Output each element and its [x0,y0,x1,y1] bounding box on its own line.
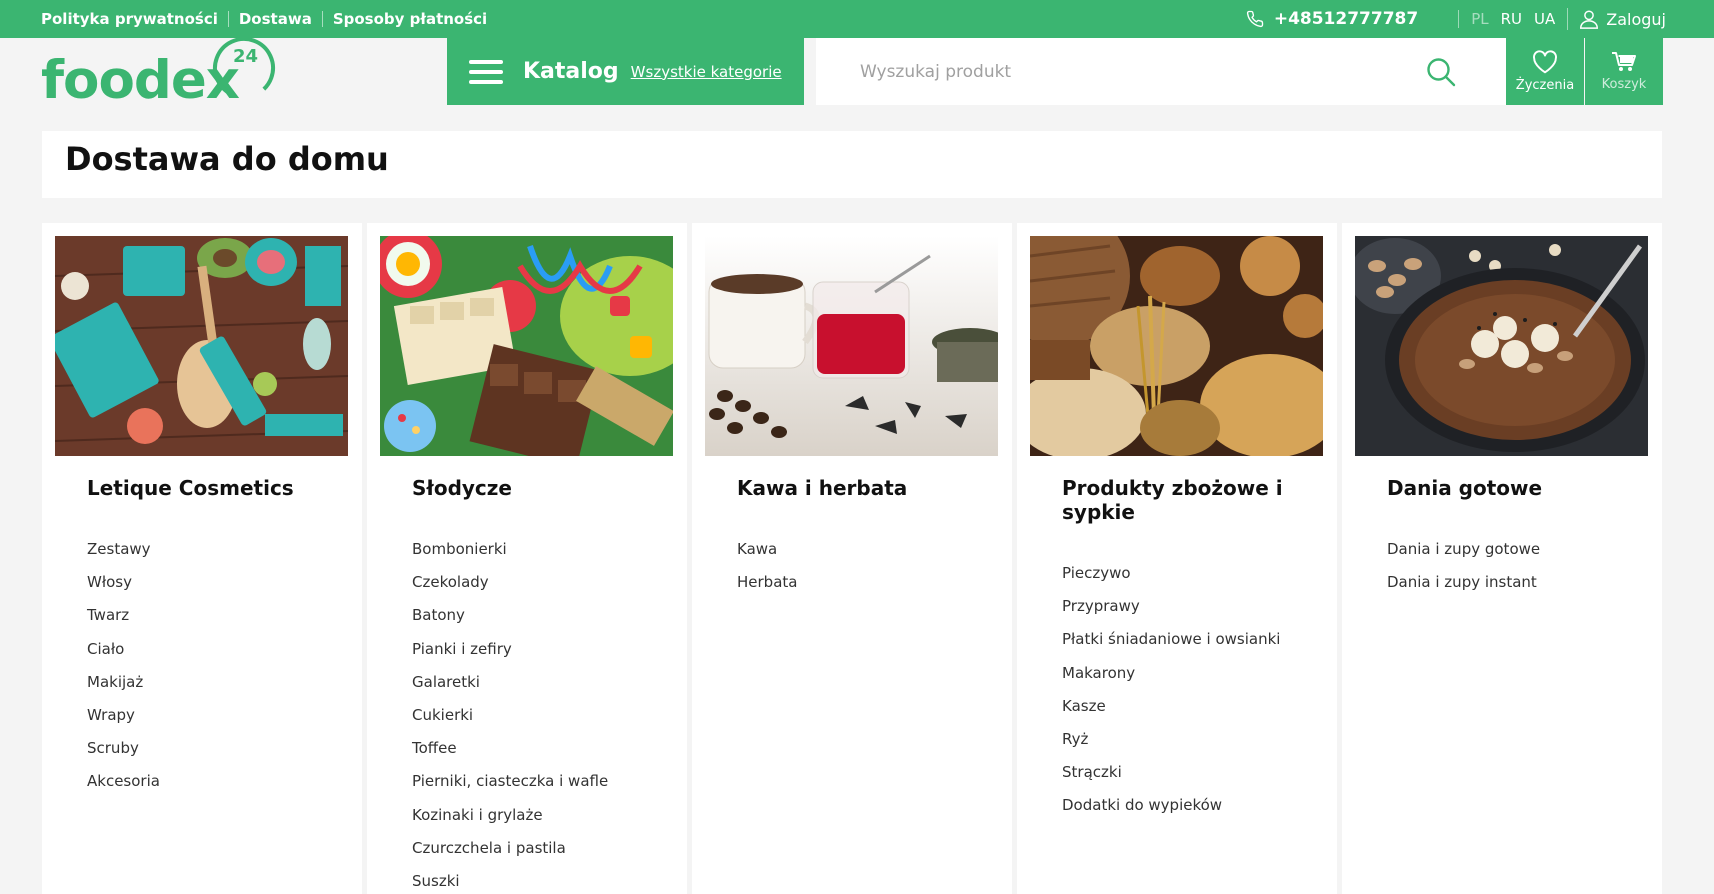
subcategory-link[interactable]: Pierniki, ciasteczka i wafle [412,765,608,798]
phone-icon [1246,10,1264,28]
category-image-grains[interactable] [1030,236,1323,456]
wishlist-label: Życzenia [1515,78,1575,93]
catalog-button[interactable]: Katalog Wszystkie kategorie [447,38,804,105]
category-card-cosmetics: Letique Cosmetics Zestawy Włosy Twarz Ci… [42,223,362,894]
link-delivery[interactable]: Dostawa [227,11,322,27]
subcategory-link[interactable]: Batony [412,599,608,632]
category-title[interactable]: Słodycze [412,476,662,500]
subcategory-link[interactable]: Ryż [1062,723,1280,756]
phone-number: +48512777787 [1273,9,1419,29]
subcategory-link[interactable]: Kasze [1062,690,1280,723]
menu-icon [469,59,503,84]
subcategory-link[interactable]: Twarz [87,599,160,632]
subcategory-link[interactable]: Pieczywo [1062,557,1280,590]
lang-ru[interactable]: RU [1501,10,1522,28]
category-card-ready-meals: Dania gotowe Dania i zupy gotowe Dania i… [1342,223,1662,894]
category-title[interactable]: Dania gotowe [1387,476,1637,500]
subcategory-link[interactable]: Pianki i zefiry [412,633,608,666]
catalog-title: Katalog [523,59,619,84]
subcategory-link[interactable]: Czurczchela i pastila [412,832,608,865]
top-links: Polityka prywatności Dostawa Sposoby pła… [41,0,497,38]
cart-icon [1612,52,1636,71]
lang-pl[interactable]: PL [1471,10,1488,28]
top-bar: Polityka prywatności Dostawa Sposoby pła… [0,0,1714,38]
subcategory-list: Pieczywo Przyprawy Płatki śniadaniowe i … [1062,557,1280,823]
category-card-grains: Produkty zbożowe i sypkie Pieczywo Przyp… [1017,223,1337,894]
lang-ua[interactable]: UA [1534,10,1555,28]
user-icon [1580,10,1599,29]
subcategory-link[interactable]: Zestawy [87,533,160,566]
subcategory-link[interactable]: Czekolady [412,566,608,599]
category-card-coffee-tea: Kawa i herbata Kawa Herbata [692,223,1012,894]
search-bar [816,38,1506,105]
category-title[interactable]: Produkty zbożowe i sypkie [1062,476,1312,524]
search-input[interactable] [860,61,1420,82]
logo[interactable]: foodex 24 [41,37,286,111]
page-title-panel: Dostawa do domu [42,131,1662,198]
subcategory-link[interactable]: Dania i zupy instant [1387,566,1540,599]
category-image-cosmetics[interactable] [55,236,348,456]
cart-button[interactable]: Koszyk [1585,38,1663,105]
category-image-coffee-tea[interactable] [705,236,998,456]
subcategory-link[interactable]: Kawa [737,533,797,566]
login-label: Zaloguj [1606,9,1666,29]
subcategory-link[interactable]: Suszki [412,865,608,894]
category-title[interactable]: Letique Cosmetics [87,476,337,500]
subcategory-link[interactable]: Wrapy [87,699,160,732]
wishlist-button[interactable]: Życzenia [1506,38,1584,105]
subcategory-link[interactable]: Herbata [737,566,797,599]
subcategory-link[interactable]: Akcesoria [87,765,160,798]
all-categories-link[interactable]: Wszystkie kategorie [631,63,782,81]
subcategory-link[interactable]: Scruby [87,732,160,765]
subcategory-list: Zestawy Włosy Twarz Ciało Makijaż Wrapy … [87,533,160,799]
subcategory-link[interactable]: Cukierki [412,699,608,732]
cart-label: Koszyk [1601,77,1647,92]
subcategory-link[interactable]: Toffee [412,732,608,765]
subcategory-link[interactable]: Galaretki [412,666,608,699]
category-grid: Letique Cosmetics Zestawy Włosy Twarz Ci… [42,223,1662,894]
subcategory-link[interactable]: Przyprawy [1062,590,1280,623]
logo-badge: 24 [233,46,258,67]
search-icon [1427,58,1456,87]
subcategory-link[interactable]: Dania i zupy gotowe [1387,533,1540,566]
subcategory-link[interactable]: Włosy [87,566,160,599]
category-card-sweets: Słodycze Bombonierki Czekolady Batony Pi… [367,223,687,894]
category-title[interactable]: Kawa i herbata [737,476,987,500]
phone-link[interactable]: +48512777787 [1246,9,1418,29]
subcategory-link[interactable]: Ciało [87,633,160,666]
language-switcher: PL RU UA [1458,10,1567,28]
subcategory-link[interactable]: Makijaż [87,666,160,699]
category-image-ready-meals[interactable] [1355,236,1648,456]
subcategory-link[interactable]: Płatki śniadaniowe i owsianki [1062,623,1280,656]
login-link[interactable]: Zaloguj [1567,8,1666,30]
top-right-group: +48512777787 PL RU UA Zaloguj [1246,0,1666,38]
page-title: Dostawa do domu [65,140,389,178]
heart-icon [1533,50,1557,74]
subcategory-link[interactable]: Makarony [1062,657,1280,690]
subcategory-link[interactable]: Strączki [1062,756,1280,789]
subcategory-link[interactable]: Kozinaki i grylaże [412,799,608,832]
subcategory-link[interactable]: Bombonierki [412,533,608,566]
subcategory-list: Bombonierki Czekolady Batony Pianki i ze… [412,533,608,894]
subcategory-list: Dania i zupy gotowe Dania i zupy instant [1387,533,1540,599]
link-privacy-policy[interactable]: Polityka prywatności [41,11,228,27]
subcategory-list: Kawa Herbata [737,533,797,599]
category-image-sweets[interactable] [380,236,673,456]
link-payment-methods[interactable]: Sposoby płatności [321,11,497,27]
search-button[interactable] [1426,57,1456,87]
logo-text: foodex [41,50,240,104]
subcategory-link[interactable]: Dodatki do wypieków [1062,789,1280,822]
